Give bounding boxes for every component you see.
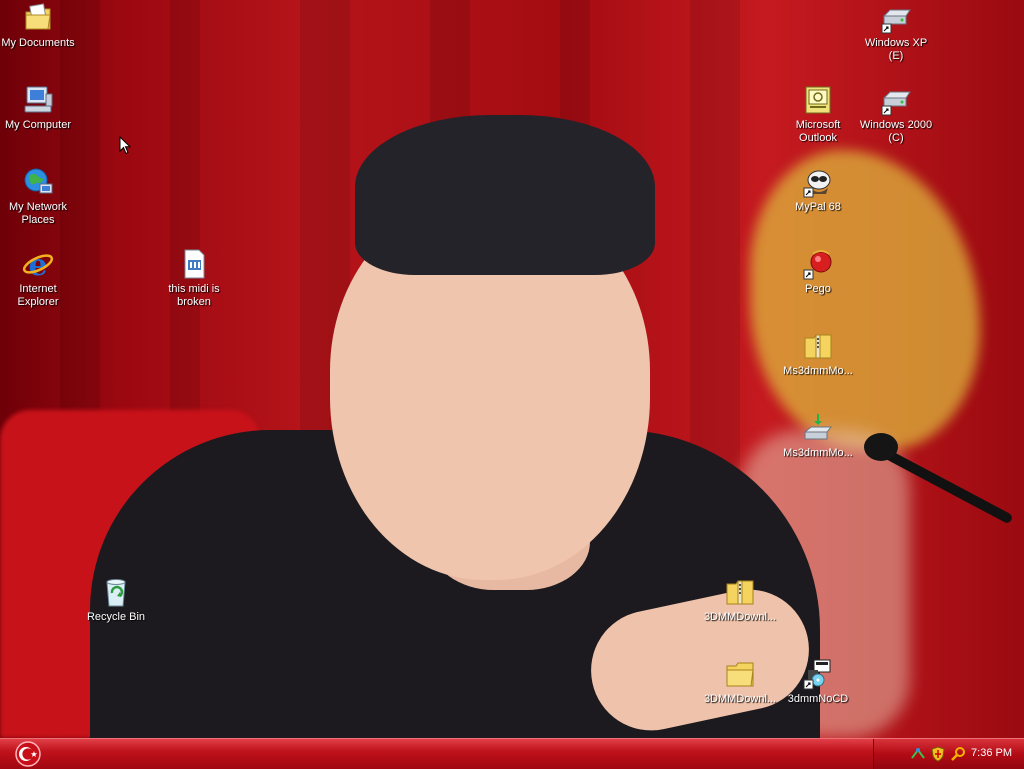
desktop-icon-midi-file[interactable]: this midi is broken — [156, 248, 232, 309]
svg-text:e: e — [28, 248, 47, 280]
icon-label: 3dmmNoCD — [787, 693, 849, 705]
icon-label: Windows XP (E) — [864, 37, 928, 62]
network-icon[interactable] — [910, 746, 926, 762]
icon-label: Microsoft Outlook — [795, 119, 841, 144]
desktop-icon-my-computer[interactable]: My Computer — [0, 84, 76, 132]
hard-drive-shortcut-icon — [881, 9, 911, 34]
taskbar: 7:36 PM — [0, 738, 1024, 769]
system-tray: 7:36 PM — [873, 739, 1024, 769]
hard-drive-shortcut-icon — [881, 91, 911, 116]
desktop-icon-pego[interactable]: Pego — [780, 248, 856, 296]
icon-label: My Network Places — [8, 201, 68, 226]
icon-label: Internet Explorer — [17, 283, 59, 308]
pego-icon — [803, 250, 832, 280]
desktop-icon-my-network-places[interactable]: My Network Places — [0, 166, 76, 227]
icon-label: MyPal 68 — [795, 201, 841, 213]
midi-file-icon — [184, 249, 205, 279]
desktop-icon-my-documents[interactable]: My Documents — [0, 2, 76, 50]
desktop-icon-windows-xp-drive[interactable]: Windows XP (E) — [858, 2, 934, 63]
internet-explorer-icon: e — [22, 248, 54, 280]
app-icon — [803, 659, 831, 690]
my-computer-icon — [24, 86, 53, 113]
shield-icon[interactable] — [930, 746, 946, 762]
folder-icon — [726, 662, 754, 687]
icon-label: My Documents — [1, 37, 75, 49]
desktop-icon-3dmmnocd[interactable]: 3dmmNoCD — [780, 658, 856, 706]
crescent-star-icon — [15, 741, 41, 767]
search-icon[interactable] — [950, 746, 966, 762]
desktop-icon-microsoft-outlook[interactable]: Microsoft Outlook — [780, 84, 856, 145]
desktop-icon-internet-explorer[interactable]: e Internet Explorer — [0, 248, 76, 309]
microsoft-outlook-icon — [805, 86, 831, 114]
desktop-icon-ms3dmm-zip[interactable]: Ms3dmmMo... — [780, 330, 856, 378]
desktop-icon-3dmm-download-zip[interactable]: 3DMMDownl... — [702, 576, 778, 624]
desktop-icon-mypal[interactable]: MyPal 68 — [780, 166, 856, 214]
zip-folder-icon — [726, 580, 754, 605]
icon-label: Recycle Bin — [86, 611, 146, 623]
mouse-cursor-icon — [119, 136, 131, 155]
taskbar-clock[interactable]: 7:36 PM — [971, 747, 1012, 759]
desktop-icon-windows-2000-drive[interactable]: Windows 2000 (C) — [858, 84, 934, 145]
my-documents-icon — [25, 3, 51, 30]
icon-label: Ms3dmmMo... — [783, 447, 853, 459]
icon-label: Ms3dmmMo... — [783, 365, 853, 377]
desktop-icon-ms3dmm-installer[interactable]: Ms3dmmMo... — [780, 412, 856, 460]
icon-label: Pego — [805, 283, 831, 295]
recycle-bin-icon — [106, 579, 126, 607]
mypal-icon — [803, 170, 831, 198]
start-button[interactable] — [10, 740, 46, 768]
icon-label: My Computer — [4, 119, 72, 131]
network-places-icon — [24, 168, 53, 194]
zip-folder-icon — [804, 334, 832, 359]
installer-icon — [803, 414, 833, 440]
desktop-icon-recycle-bin[interactable]: Recycle Bin — [78, 576, 154, 624]
icon-label: Windows 2000 (C) — [859, 119, 933, 144]
icon-label: this midi is broken — [168, 283, 220, 308]
icon-label: 3DMMDownl... — [703, 611, 777, 623]
desktop-icon-3dmm-download-folder[interactable]: 3DMMDownl... — [702, 658, 778, 706]
icon-label: 3DMMDownl... — [703, 693, 777, 705]
